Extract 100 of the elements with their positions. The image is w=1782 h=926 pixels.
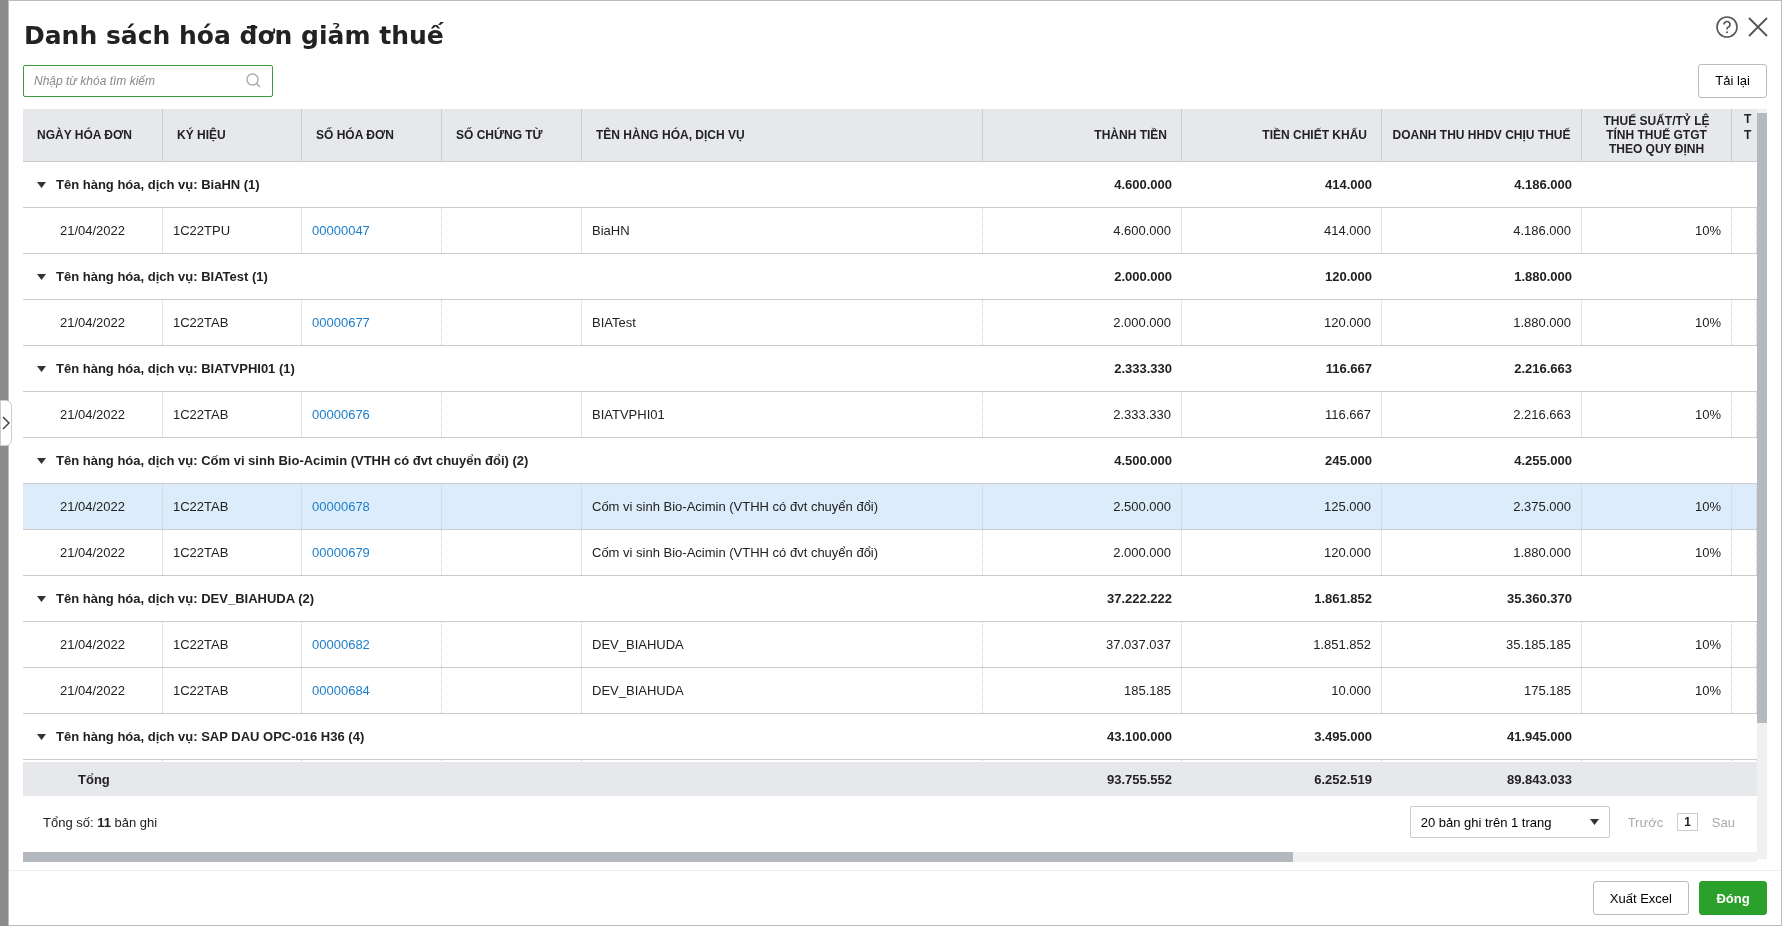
invoice-link[interactable]: 00000682 [312, 637, 370, 652]
chevron-right-icon [2, 416, 10, 430]
table-row[interactable]: 21/04/2022 1C22TAB 00000679 Cốm vi sinh Bio-Acimin (VTHH có đvt chuyển đổi) 2.000.000 120.000 1.880.000 10% [23, 530, 1757, 576]
group-total: 37.222.222 [1106, 591, 1172, 606]
invoice-link[interactable]: 00000684 [312, 683, 370, 698]
group-total: 414.000 [1325, 177, 1372, 192]
group-total: 1.861.852 [1314, 591, 1372, 606]
table-cell: 2.500.000 [1113, 499, 1171, 514]
group-total: 3.495.000 [1314, 729, 1372, 744]
column-header: SỐ HÓA ĐƠN [302, 109, 442, 161]
table-cell: 37.037.037 [1105, 637, 1171, 652]
table-cell: 2.000.000 [1113, 315, 1171, 330]
reload-button[interactable]: Tải lại [1698, 63, 1767, 98]
total-label: Tổng [78, 771, 110, 787]
column-header: NGÀY HÓA ĐƠN [23, 109, 163, 161]
group-header[interactable]: Tên hàng hóa, dịch vụ: BIATest (1) [23, 254, 983, 299]
group-header[interactable]: Tên hàng hóa, dịch vụ: Cốm vi sinh Bio-Acimin (VTHH có đvt chuyển đổi) (2) [23, 438, 983, 483]
close-icon[interactable] [1747, 16, 1769, 38]
group-header[interactable]: Tên hàng hóa, dịch vụ: BIATVPHI01 (1) [23, 346, 983, 391]
table-cell: 10.000 [1331, 683, 1371, 698]
highlighted-row[interactable]: 21/04/2022 1C22TAB 00000678 Cốm vi sinh Bio-Acimin (VTHH có đvt chuyển đổi) 2.500.000 125.000 2.375.000 10% [23, 484, 1757, 530]
vertical-scrollbar[interactable] [1757, 109, 1767, 859]
table-cell: 35.185.185 [1505, 637, 1571, 652]
invoice-link[interactable]: 00000678 [312, 499, 370, 514]
table-cell: 2.375.000 [1513, 499, 1571, 514]
group-total: 2.333.330 [1114, 361, 1172, 376]
group-label: Tên hàng hóa, dịch vụ: DEV_BIAHUDA (2) [56, 591, 315, 606]
table-cell: 21/04/2022 [59, 637, 126, 652]
column-header: THUẾ SUẤT/TỶ LỆ TÍNH THUẾ GTGT THEO QUY ĐỊNH [1582, 109, 1732, 161]
group-total: 43.100.000 [1106, 729, 1172, 744]
table-cell: 414.000 [1324, 223, 1371, 238]
table-cell: BIATest [592, 315, 636, 330]
page-size-dropdown[interactable]: 20 bản ghi trên 1 trang [1409, 806, 1610, 838]
group-header[interactable]: Tên hàng hóa, dịch vụ: SAP DAU OPC-016 H36 (4) [23, 714, 983, 759]
table-cell: 10% [1694, 637, 1721, 652]
table-cell: BiaHN [592, 223, 630, 238]
column-header: KÝ HIỆU [163, 109, 302, 161]
table-cell: 1C22TAB [173, 637, 229, 652]
table-cell: 21/04/2022 [59, 545, 126, 560]
group-total: 4.600.000 [1114, 177, 1172, 192]
group-total: 4.186.000 [1514, 177, 1572, 192]
column-header: TIỀN CHIẾT KHẤU [1182, 109, 1382, 161]
group-total: 120.000 [1325, 269, 1372, 284]
table-cell: 1C22TAB [173, 407, 229, 422]
dialog-title: Danh sách hóa đơn giảm thuế [24, 21, 444, 50]
table-cell: 10% [1694, 499, 1721, 514]
table-cell: 2.000.000 [1113, 545, 1171, 560]
table-cell: 120.000 [1324, 315, 1371, 330]
table-cell: BIATVPHI01 [592, 407, 665, 422]
invoice-link[interactable]: 00000047 [312, 223, 370, 238]
table-cell: 4.186.000 [1513, 223, 1571, 238]
table-cell: 1C22TAB [173, 545, 229, 560]
group-label: Tên hàng hóa, dịch vụ: BIATVPHI01 (1) [56, 361, 295, 376]
table-cell: 4.600.000 [1113, 223, 1171, 238]
group-label: Tên hàng hóa, dịch vụ: Cốm vi sinh Bio-Acimin (VTHH có đvt chuyển đổi) (2) [56, 453, 529, 468]
table-cell: 10% [1694, 315, 1721, 330]
group-total: 2.216.663 [1514, 361, 1572, 376]
invoice-link[interactable]: 00000679 [312, 545, 370, 560]
table-cell: Cốm vi sinh Bio-Acimin (VTHH có đvt chuyển đổi) [592, 545, 879, 560]
table-cell: 1C22TAB [173, 499, 229, 514]
table-cell: 1.880.000 [1513, 545, 1571, 560]
search-icon [245, 71, 263, 90]
group-header[interactable]: Tên hàng hóa, dịch vụ: DEV_BIAHUDA (2) [23, 576, 983, 621]
group-header[interactable]: Tên hàng hóa, dịch vụ: BiaHN (1) [23, 162, 983, 207]
group-total: 116.667 [1325, 361, 1372, 376]
horizontal-scrollbar[interactable] [23, 852, 1757, 862]
group-total: 4.255.000 [1514, 453, 1572, 468]
table-cell: 120.000 [1324, 545, 1371, 560]
table-row[interactable]: 21/04/2022 1C22TAB 00000677 BIATest 2.000.000 120.000 1.880.000 10% [23, 300, 1757, 346]
group-total: 41.945.000 [1506, 729, 1572, 744]
page-number[interactable]: 1 [1677, 813, 1698, 831]
table-cell: 2.216.663 [1513, 407, 1571, 422]
table-cell: 1C22TAB [173, 683, 229, 698]
table-cell: 1C22TPU [173, 223, 231, 238]
table-row[interactable]: 21/04/2022 1C22TAB 00000684 DEV_BIAHUDA 185.185 10.000 175.185 10% [23, 668, 1757, 714]
group-label: Tên hàng hóa, dịch vụ: BIATest (1) [56, 269, 268, 284]
group-label: Tên hàng hóa, dịch vụ: BiaHN (1) [56, 177, 260, 192]
sidebar-toggle[interactable] [0, 400, 12, 446]
table-cell: 21/04/2022 [59, 499, 126, 514]
invoice-link[interactable]: 00000677 [312, 315, 370, 330]
table-row[interactable]: 21/04/2022 1C22TAB 00000676 BIATVPHI01 2.333.330 116.667 2.216.663 10% [23, 392, 1757, 438]
table-cell: Cốm vi sinh Bio-Acimin (VTHH có đvt chuyển đổi) [592, 499, 879, 514]
group-total: 4.500.000 [1114, 453, 1172, 468]
help-icon[interactable] [1715, 15, 1739, 39]
group-total: 2.000.000 [1114, 269, 1172, 284]
search-field[interactable]: Nhập từ khóa tìm kiếm [23, 64, 273, 97]
table-row[interactable]: 21/04/2022 1C22TAB 00000682 DEV_BIAHUDA 37.037.037 1.851.852 35.185.185 10% [23, 622, 1757, 668]
table-row[interactable]: 21/04/2022 1C22TPU 00000047 BiaHN 4.600.000 414.000 4.186.000 10% [23, 208, 1757, 254]
total-value: 93.755.552 [1106, 771, 1172, 787]
invoice-link[interactable]: 00000676 [312, 407, 370, 422]
table-cell: 125.000 [1324, 499, 1371, 514]
table-cell: 1.880.000 [1513, 315, 1571, 330]
column-header: T T [1743, 111, 1753, 144]
export-excel-button[interactable]: Xuất Excel [1592, 881, 1689, 915]
table-cell: 21/04/2022 [59, 407, 126, 422]
group-total: 1.880.000 [1514, 269, 1572, 284]
group-label: Tên hàng hóa, dịch vụ: SAP DAU OPC-016 H36 (4) [56, 729, 365, 744]
group-total: 35.360.370 [1506, 591, 1572, 606]
table-cell: 10% [1694, 545, 1721, 560]
table-cell: 1C22TAB [173, 315, 229, 330]
